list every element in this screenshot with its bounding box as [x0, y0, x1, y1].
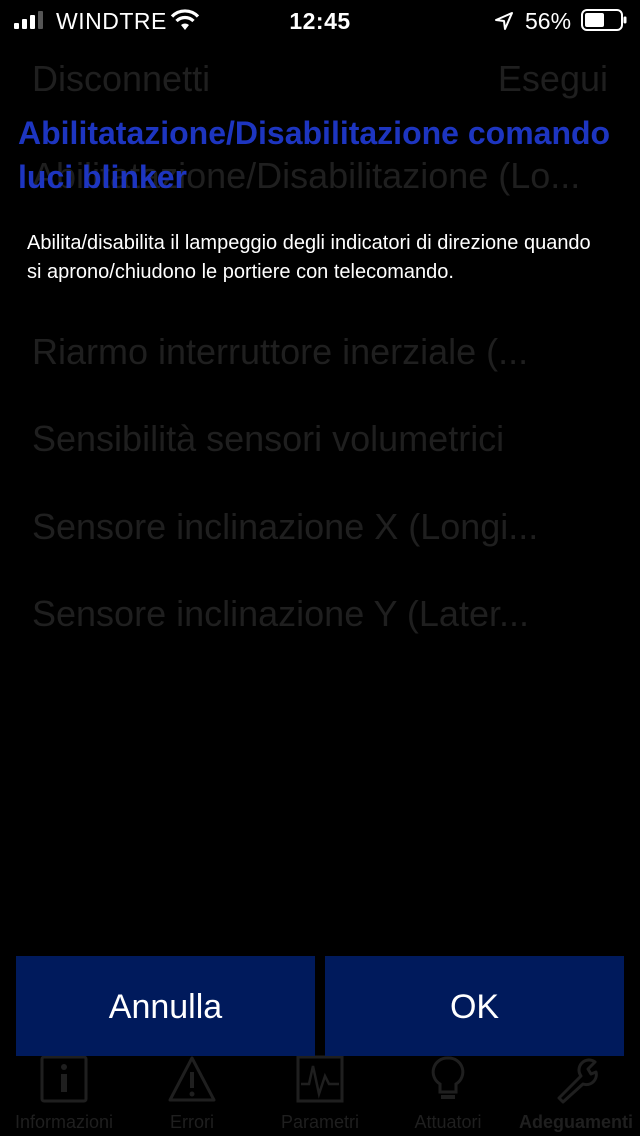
tab-parametri: Parametri: [256, 1052, 384, 1136]
tab-label: Parametri: [280, 1112, 360, 1132]
disconnect-button: Disconnetti: [32, 58, 211, 99]
list-item: Sensibilità sensori volumetrici: [32, 418, 505, 459]
tab-informazioni: Informazioni: [0, 1052, 128, 1136]
warning-icon: [168, 1056, 216, 1102]
dialog-title: Abilitatazione/Disabilitazione comando l…: [18, 115, 611, 195]
cancel-button[interactable]: Annulla: [16, 956, 315, 1056]
list-item: Sensore inclinazione Y (Later...: [32, 593, 529, 634]
tab-label: Attuatori: [414, 1112, 482, 1132]
list-item: Sensore inclinazione X (Longi...: [32, 506, 539, 547]
dialog-message: Abilita/disabilita il lampeggio degli in…: [27, 232, 591, 283]
tab-label: Adeguamenti: [518, 1112, 633, 1132]
lightbulb-icon: [431, 1056, 465, 1099]
wrench-icon: [557, 1058, 598, 1104]
tab-adeguamenti: Adeguamenti: [512, 1052, 640, 1136]
tab-label: Errori: [170, 1112, 214, 1132]
info-icon: [40, 1055, 88, 1103]
tab-label: Informazioni: [14, 1112, 114, 1132]
tab-attuatori: Attuatori: [384, 1052, 512, 1136]
execute-button: Esegui: [497, 58, 608, 99]
chart-icon: [296, 1055, 344, 1103]
list-item: Riarmo interruttore inerziale (...: [32, 331, 529, 372]
tab-bar: Informazioni Errori Parametri Attuatori: [0, 1052, 640, 1136]
tab-errori: Errori: [128, 1052, 256, 1136]
ok-button[interactable]: OK: [325, 956, 624, 1056]
